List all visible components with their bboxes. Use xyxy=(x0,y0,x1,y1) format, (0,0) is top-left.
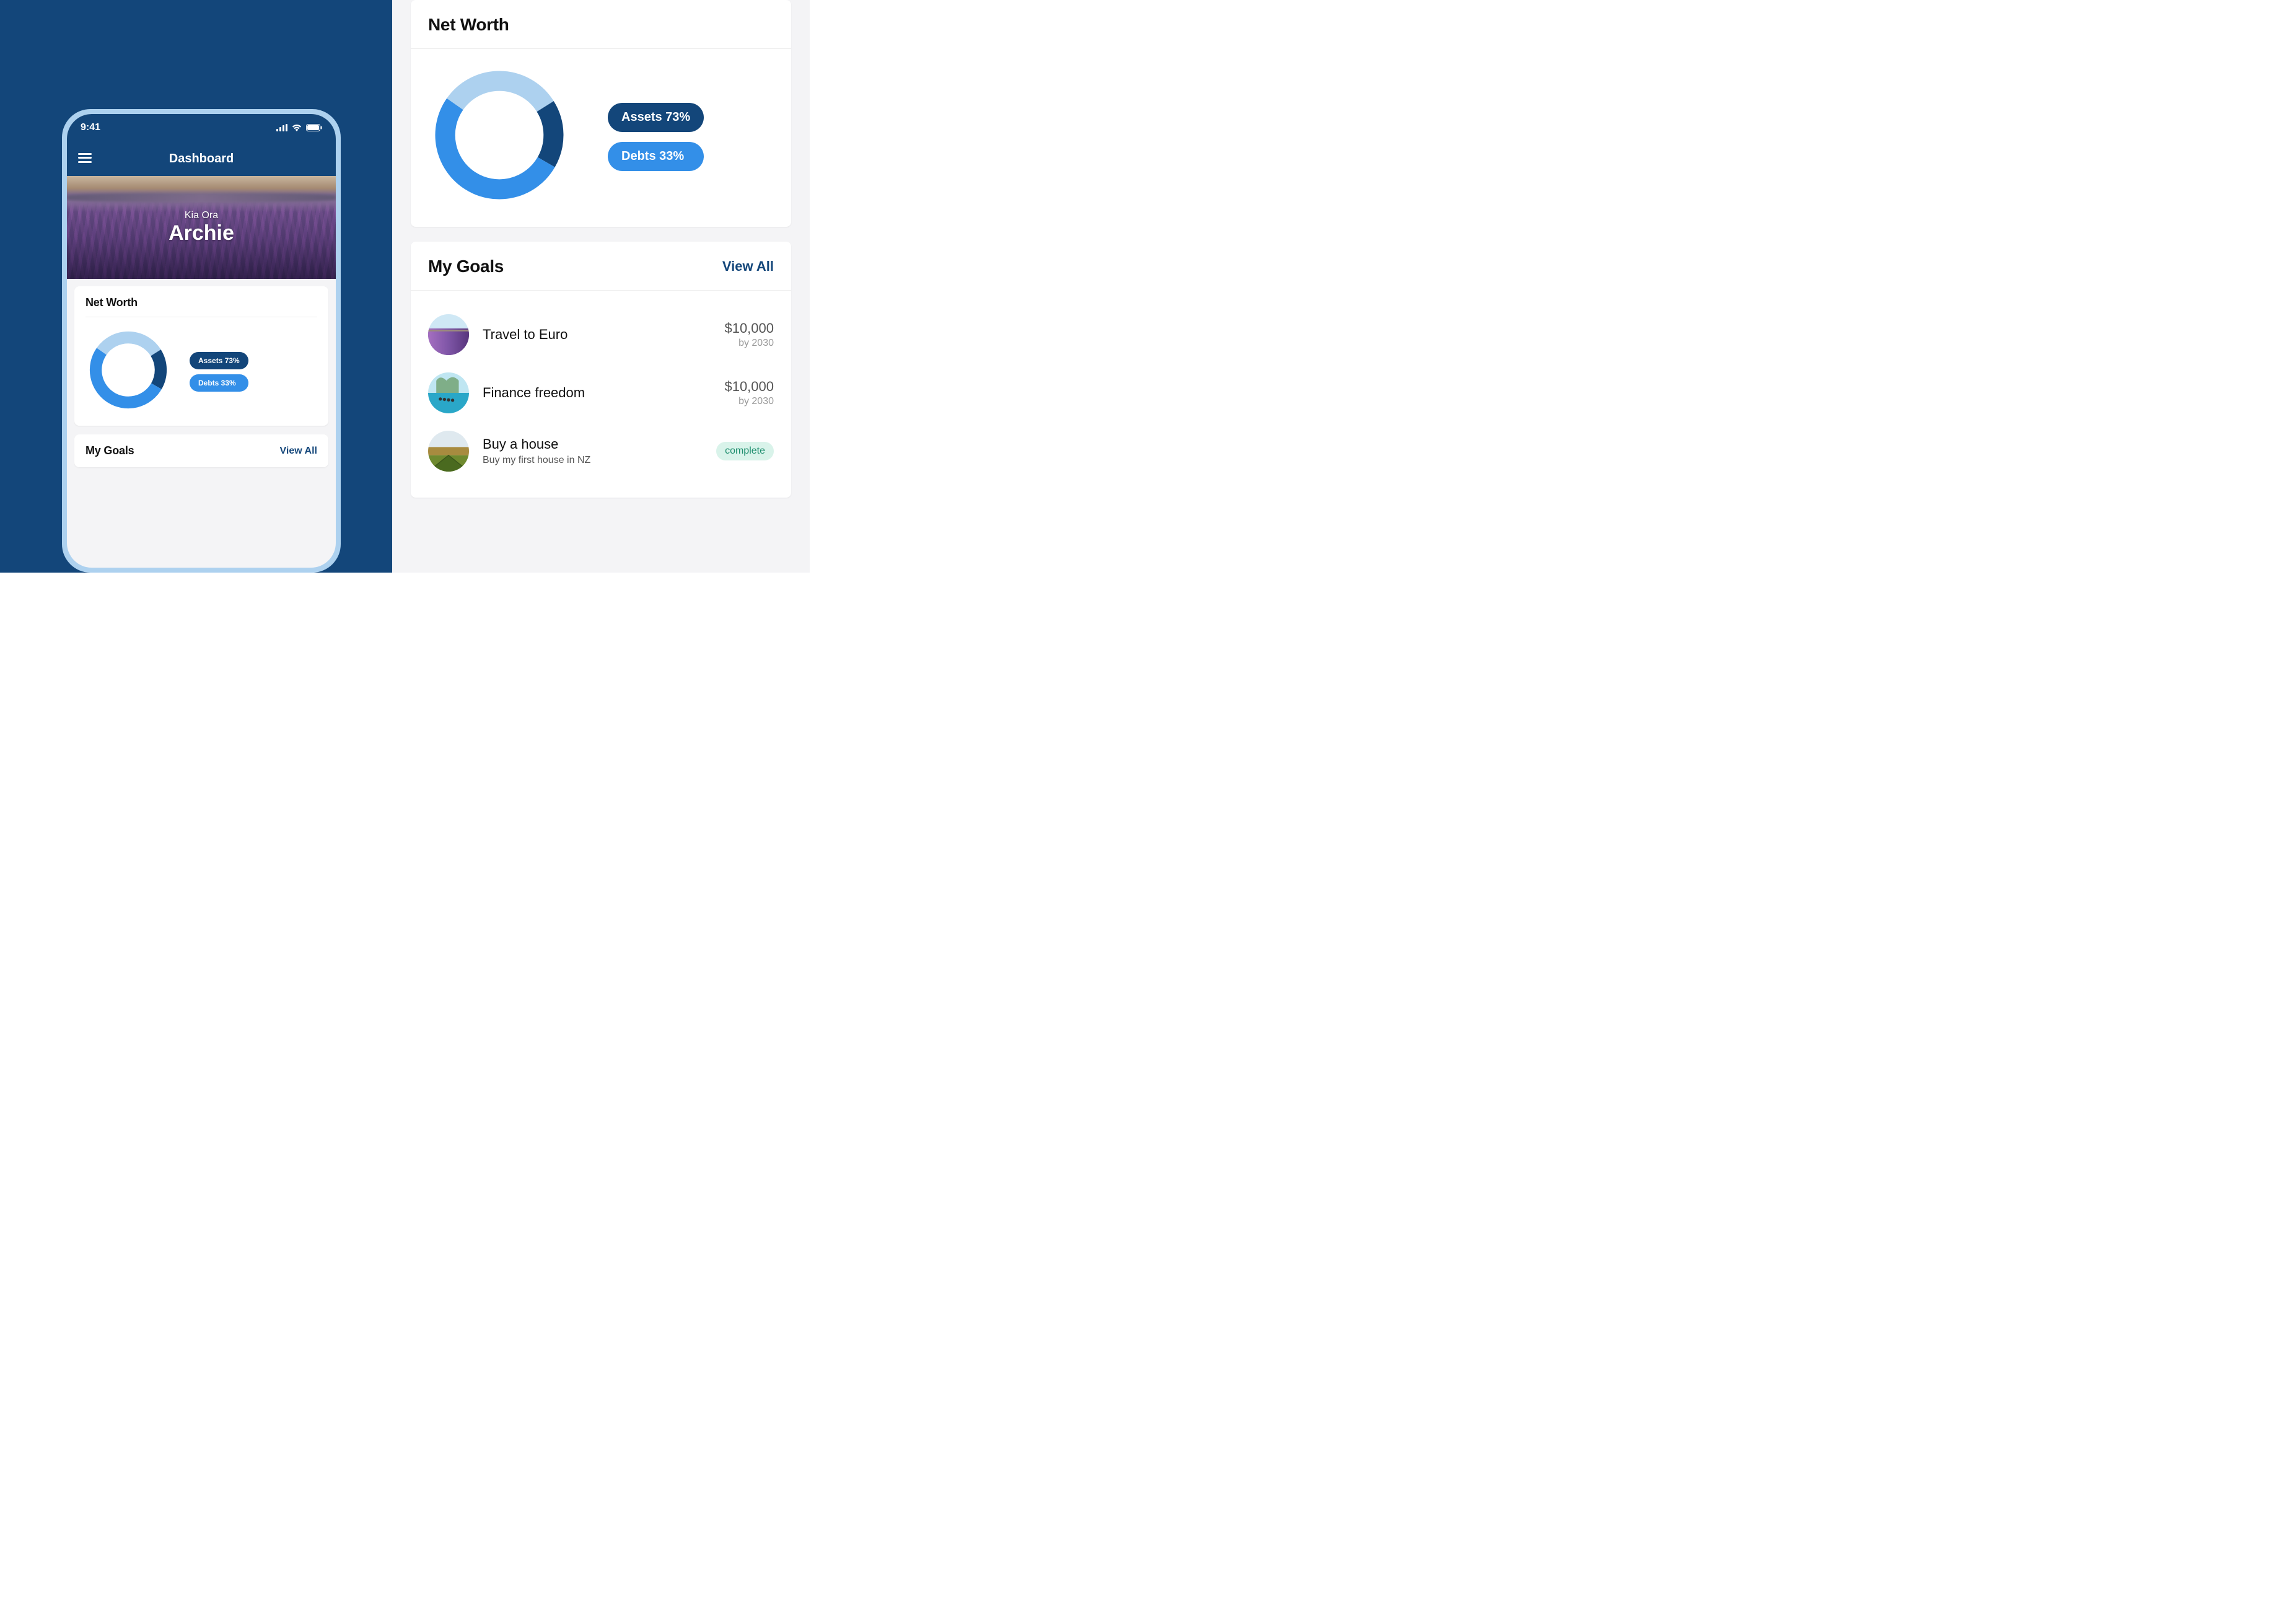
status-bar: 9:41 xyxy=(67,114,336,141)
phone-screen: 9:41 Dashboard xyxy=(67,114,336,568)
goal-main: Buy a house Buy my first house in NZ xyxy=(483,436,703,466)
goal-subtitle: Buy my first house in NZ xyxy=(483,455,703,466)
goal-row[interactable]: Travel to Euro $10,000 by 2030 xyxy=(428,306,774,364)
goal-amount: $10,000 xyxy=(724,379,774,395)
right-panel: Net Worth Assets 73% Debts 33% My Goals … xyxy=(392,0,810,573)
goal-right: complete xyxy=(716,442,774,460)
status-icons xyxy=(276,124,322,131)
card-title: Net Worth xyxy=(428,15,509,35)
goal-name: Finance freedom xyxy=(483,385,711,401)
my-goals-card-large: My Goals View All Travel to Euro$10,000b… xyxy=(411,242,791,498)
phone-content: Net Worth Assets 73% Debts 33% xyxy=(67,279,336,568)
goal-main: Travel to Euro xyxy=(483,327,711,343)
legend-assets: Assets 73% xyxy=(608,103,704,132)
goal-name: Buy a house xyxy=(483,436,703,452)
goal-main: Finance freedom xyxy=(483,385,711,401)
greeting-text: Kia Ora xyxy=(185,210,218,221)
my-goals-card[interactable]: My Goals View All xyxy=(74,434,328,467)
goal-row[interactable]: Buy a house Buy my first house in NZ compl… xyxy=(428,422,774,480)
status-time: 9:41 xyxy=(81,122,100,133)
battery-icon xyxy=(306,124,322,131)
net-worth-card[interactable]: Net Worth Assets 73% Debts 33% xyxy=(74,286,328,426)
cell-signal-icon xyxy=(276,124,287,131)
goal-deadline: by 2030 xyxy=(724,396,774,407)
net-worth-body: Assets 73% Debts 33% xyxy=(85,317,317,416)
view-all-link[interactable]: View All xyxy=(280,446,317,457)
goal-avatar xyxy=(428,372,469,413)
card-title: My Goals xyxy=(85,444,134,457)
greeting-name: Archie xyxy=(169,221,234,245)
goal-right: $10,000 by 2030 xyxy=(724,320,774,349)
left-panel: 9:41 Dashboard xyxy=(0,0,392,573)
legend-assets: Assets 73% xyxy=(190,352,248,369)
goal-amount: $10,000 xyxy=(724,320,774,336)
card-header: Net Worth xyxy=(411,0,791,49)
goal-name: Travel to Euro xyxy=(483,327,711,343)
wifi-icon xyxy=(291,124,302,131)
goal-deadline: by 2030 xyxy=(724,338,774,349)
goals-list: Travel to Euro$10,000by 2030Finance free… xyxy=(411,291,791,498)
header-title: Dashboard xyxy=(77,152,326,166)
donut-chart xyxy=(428,64,571,209)
card-title: My Goals xyxy=(428,257,504,276)
goal-avatar xyxy=(428,314,469,355)
phone-frame: 9:41 Dashboard xyxy=(62,109,341,573)
legend: Assets 73% Debts 33% xyxy=(190,352,248,392)
hero-banner: Kia Ora Archie xyxy=(67,176,336,279)
view-all-link[interactable]: View All xyxy=(722,258,774,275)
status-badge: complete xyxy=(716,442,774,460)
goal-avatar xyxy=(428,431,469,472)
card-header: My Goals View All xyxy=(411,242,791,291)
legend: Assets 73% Debts 33% xyxy=(608,103,704,171)
goal-row[interactable]: Finance freedom $10,000by 2030 xyxy=(428,364,774,422)
menu-icon[interactable] xyxy=(78,151,94,167)
card-header: My Goals View All xyxy=(85,444,317,457)
legend-debts: Debts 33% xyxy=(190,374,248,392)
app-header: Dashboard xyxy=(67,141,336,176)
card-title: Net Worth xyxy=(85,296,138,309)
net-worth-body: Assets 73% Debts 33% xyxy=(411,49,791,227)
card-header: Net Worth xyxy=(85,296,317,317)
donut-chart xyxy=(85,327,171,416)
goal-right: $10,000by 2030 xyxy=(724,379,774,407)
legend-debts: Debts 33% xyxy=(608,142,704,171)
net-worth-card-large: Net Worth Assets 73% Debts 33% xyxy=(411,0,791,227)
